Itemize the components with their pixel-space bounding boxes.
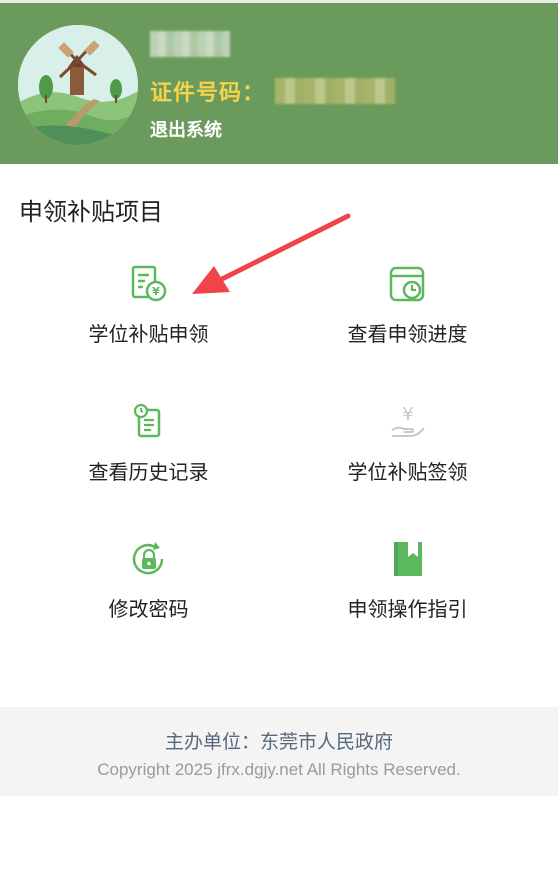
menu-item-label: 查看历史记录 [88,462,209,484]
user-header: 证件号码： 退出系统 [0,3,558,164]
avatar [18,25,138,145]
pointer-arrow-icon [192,213,351,294]
menu-item-label: 申领操作指引 [347,599,468,621]
menu-item-label: 学位补贴申领 [88,324,209,346]
windmill-landscape-icon [18,25,138,145]
id-number-row: 证件号码： [150,75,396,107]
yuan-hand-icon: ¥ [386,400,430,444]
id-number-label: 证件号码： [150,80,266,105]
menu-item-subsidy-sign[interactable]: ¥ 学位补贴签领 [268,388,547,508]
menu-item-change-password[interactable]: 修改密码 [9,525,288,645]
sponsor-org: 主办单位：东莞市人民政府 [164,732,393,753]
menu-item-label: 修改密码 [108,599,189,621]
lock-refresh-icon [127,537,171,581]
calendar-clock-icon [386,262,430,306]
user-name-redacted [150,31,230,57]
footer: 主办单位：东莞市人民政府 Copyright 2025 jfrx.dgjy.ne… [0,707,558,796]
copyright: Copyright 2025 jfrx.dgjy.net All Rights … [97,760,461,779]
svg-text:¥: ¥ [152,285,160,298]
menu-item-label: 学位补贴签领 [347,462,468,484]
subsidy-document-icon: ¥ [127,262,171,306]
logout-link[interactable]: 退出系统 [150,116,222,142]
svg-text:¥: ¥ [402,404,413,425]
section-title: 申领补贴项目 [19,199,163,226]
menu-item-guide[interactable]: 申领操作指引 [268,525,547,645]
bookmark-book-icon [386,537,430,581]
id-number-redacted [275,78,396,104]
menu-item-history[interactable]: 查看历史记录 [9,388,288,508]
history-clipboard-icon [127,400,171,444]
menu-item-label: 查看申领进度 [347,324,468,346]
